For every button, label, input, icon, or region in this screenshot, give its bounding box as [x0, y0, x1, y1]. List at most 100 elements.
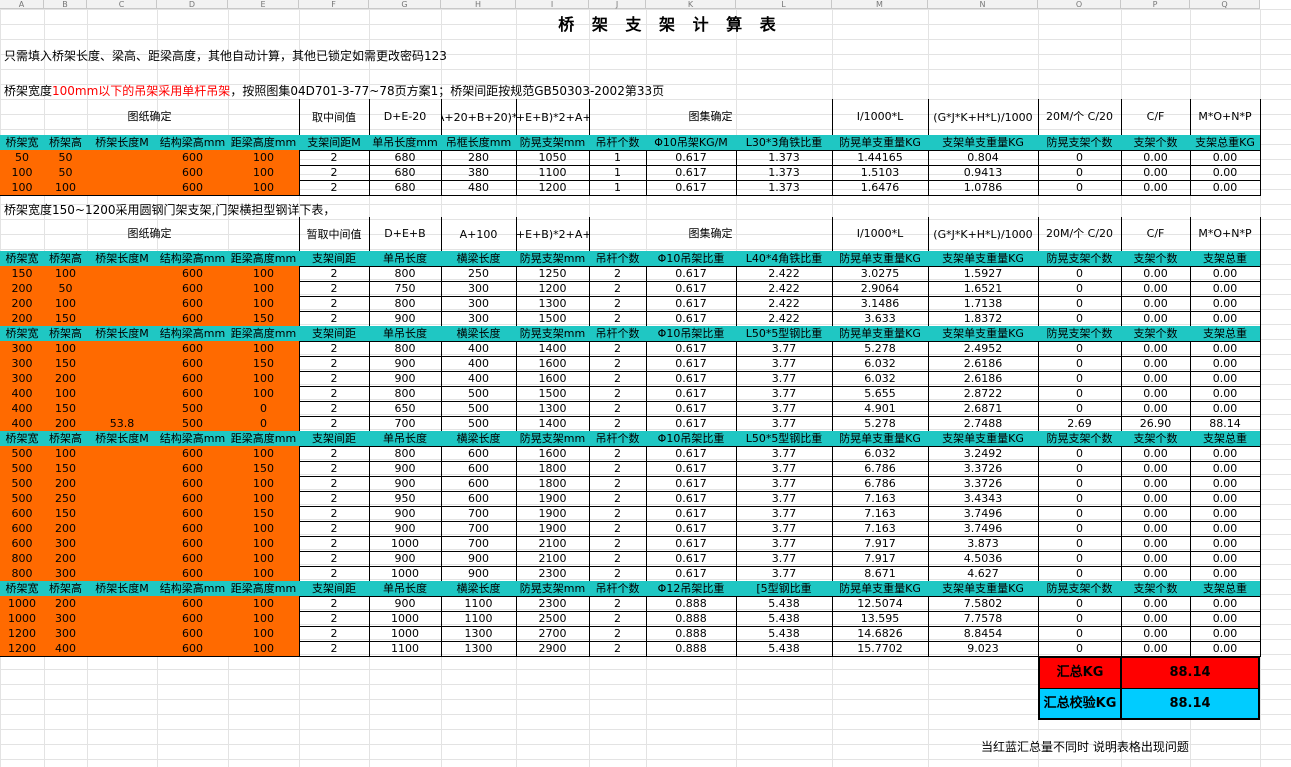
input-cell[interactable]: 600: [157, 551, 229, 567]
column-header-D[interactable]: D: [157, 0, 228, 9]
input-cell[interactable]: 600: [157, 491, 229, 507]
input-cell[interactable]: 100: [228, 341, 300, 357]
input-cell[interactable]: 300: [0, 371, 45, 387]
input-cell[interactable]: 100: [44, 341, 88, 357]
input-cell[interactable]: 600: [157, 386, 229, 402]
input-cell[interactable]: 600: [0, 506, 45, 522]
input-cell[interactable]: 200: [44, 371, 88, 387]
input-cell[interactable]: 600: [157, 296, 229, 312]
column-header-E[interactable]: E: [228, 0, 299, 9]
input-cell[interactable]: [87, 611, 158, 627]
input-cell[interactable]: 600: [157, 165, 229, 181]
input-cell[interactable]: 600: [157, 356, 229, 372]
input-cell[interactable]: 150: [44, 461, 88, 477]
input-cell[interactable]: 600: [157, 566, 229, 582]
check-kg-value[interactable]: 88.14: [1121, 689, 1260, 720]
input-cell[interactable]: [87, 341, 158, 357]
column-header-N[interactable]: N: [928, 0, 1038, 9]
input-cell[interactable]: 100: [44, 266, 88, 282]
input-cell[interactable]: 100: [44, 446, 88, 462]
input-cell[interactable]: 500: [0, 491, 45, 507]
input-cell[interactable]: 600: [157, 506, 229, 522]
input-cell[interactable]: 100: [228, 296, 300, 312]
input-cell[interactable]: 100: [228, 281, 300, 297]
input-cell[interactable]: 500: [0, 461, 45, 477]
column-header-J[interactable]: J: [589, 0, 646, 9]
input-cell[interactable]: [87, 281, 158, 297]
column-header-Q[interactable]: Q: [1190, 0, 1260, 9]
column-header-B[interactable]: B: [44, 0, 87, 9]
input-cell[interactable]: 200: [44, 476, 88, 492]
input-cell[interactable]: 500: [157, 416, 229, 432]
input-cell[interactable]: 400: [0, 386, 45, 402]
input-cell[interactable]: 200: [0, 281, 45, 297]
input-cell[interactable]: 600: [157, 596, 229, 612]
input-cell[interactable]: 500: [0, 476, 45, 492]
input-cell[interactable]: 100: [228, 491, 300, 507]
column-header-C[interactable]: C: [87, 0, 157, 9]
input-cell[interactable]: [87, 551, 158, 567]
input-cell[interactable]: 1000: [0, 611, 45, 627]
input-cell[interactable]: 150: [44, 401, 88, 417]
input-cell[interactable]: 50: [0, 150, 45, 166]
input-cell[interactable]: [87, 626, 158, 642]
input-cell[interactable]: [87, 521, 158, 537]
input-cell[interactable]: 100: [228, 371, 300, 387]
input-cell[interactable]: 0: [228, 416, 300, 432]
input-cell[interactable]: 100: [228, 611, 300, 627]
input-cell[interactable]: [87, 311, 158, 327]
input-cell[interactable]: 1200: [0, 641, 45, 657]
input-cell[interactable]: 100: [228, 266, 300, 282]
input-cell[interactable]: 300: [44, 611, 88, 627]
input-cell[interactable]: 50: [44, 281, 88, 297]
input-cell[interactable]: [87, 296, 158, 312]
input-cell[interactable]: 100: [44, 386, 88, 402]
input-cell[interactable]: 800: [0, 566, 45, 582]
input-cell[interactable]: 100: [228, 551, 300, 567]
input-cell[interactable]: [87, 150, 158, 166]
input-cell[interactable]: 100: [44, 296, 88, 312]
input-cell[interactable]: 200: [0, 296, 45, 312]
input-cell[interactable]: 53.8: [87, 416, 158, 432]
input-cell[interactable]: 300: [0, 356, 45, 372]
input-cell[interactable]: 600: [157, 446, 229, 462]
input-cell[interactable]: 100: [228, 521, 300, 537]
input-cell[interactable]: 150: [0, 266, 45, 282]
input-cell[interactable]: [87, 536, 158, 552]
input-cell[interactable]: 0: [228, 401, 300, 417]
input-cell[interactable]: [87, 266, 158, 282]
input-cell[interactable]: 100: [228, 641, 300, 657]
input-cell[interactable]: 200: [44, 416, 88, 432]
total-kg-value[interactable]: 88.14: [1121, 656, 1260, 690]
input-cell[interactable]: 100: [228, 180, 300, 196]
input-cell[interactable]: 300: [0, 341, 45, 357]
input-cell[interactable]: 600: [157, 461, 229, 477]
input-cell[interactable]: 100: [44, 180, 88, 196]
column-header-G[interactable]: G: [369, 0, 441, 9]
input-cell[interactable]: [87, 401, 158, 417]
input-cell[interactable]: 600: [157, 281, 229, 297]
input-cell[interactable]: 600: [157, 180, 229, 196]
input-cell[interactable]: 100: [228, 150, 300, 166]
input-cell[interactable]: 100: [228, 165, 300, 181]
input-cell[interactable]: 250: [44, 491, 88, 507]
input-cell[interactable]: 200: [0, 311, 45, 327]
input-cell[interactable]: 800: [0, 551, 45, 567]
input-cell[interactable]: 500: [157, 401, 229, 417]
column-header-P[interactable]: P: [1121, 0, 1190, 9]
input-cell[interactable]: 100: [228, 566, 300, 582]
input-cell[interactable]: 600: [157, 266, 229, 282]
input-cell[interactable]: 1200: [0, 626, 45, 642]
input-cell[interactable]: 400: [44, 641, 88, 657]
input-cell[interactable]: [87, 476, 158, 492]
input-cell[interactable]: 400: [0, 416, 45, 432]
input-cell[interactable]: [87, 180, 158, 196]
input-cell[interactable]: 400: [0, 401, 45, 417]
column-header-L[interactable]: L: [736, 0, 832, 9]
input-cell[interactable]: 50: [44, 150, 88, 166]
input-cell[interactable]: [87, 491, 158, 507]
input-cell[interactable]: 150: [228, 461, 300, 477]
input-cell[interactable]: 150: [44, 311, 88, 327]
input-cell[interactable]: [87, 386, 158, 402]
column-header-I[interactable]: I: [516, 0, 589, 9]
